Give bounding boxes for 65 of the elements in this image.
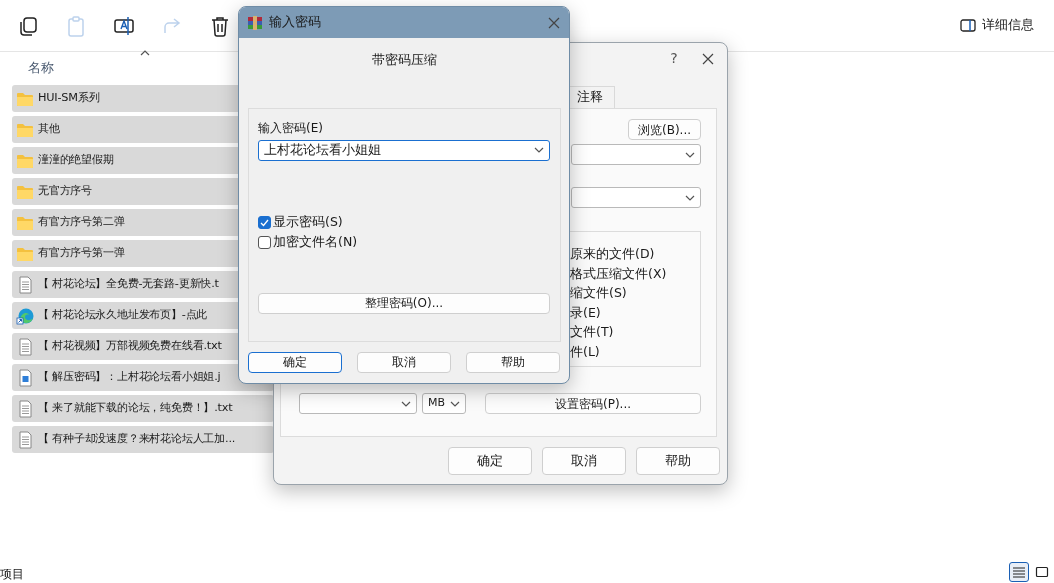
set-password-button[interactable]: 设置密码(P)... [485,393,701,414]
sort-caret-icon [140,50,150,56]
close-icon [701,51,715,66]
rename-icon[interactable] [113,14,135,37]
file-name: 【 村花论坛】全免费-无套路-更新快.t [38,276,219,293]
chevron-icon [450,400,460,407]
file-name: 【 解压密码】：上村花论坛看小姐姐.j [38,369,221,386]
archive-app-icon [247,14,263,31]
status-text: 项目 [0,566,24,583]
dialog-button[interactable]: 帮助 [636,447,720,475]
file-name: HUI-SM系列 [38,90,100,107]
file-name: 【 村花论坛永久地址发布页】-点此 [38,307,208,324]
option-label: 原来的文件(D) [570,245,656,263]
file-name: 其他 [38,121,60,138]
details-pane-button[interactable]: 详细信息 [960,16,1034,35]
help-button[interactable]: ? [659,48,689,69]
file-name: 【 村花视频】万部视频免费在线看.txt [38,338,222,355]
column-header[interactable]: 名称 [28,59,54,78]
browser-shortcut-icon [16,306,34,325]
check-icon [260,218,269,227]
window-title: 输入密码 [269,13,322,32]
details-view-button[interactable] [1009,562,1029,582]
close-icon [547,15,561,30]
dialog-button[interactable]: 取消 [357,351,451,373]
text-file-icon [16,430,34,449]
file-name: 【 来了就能下载的论坛，纯免费！】.txt [38,400,233,417]
delete-icon[interactable] [209,14,231,37]
file-name: 有官方序号第一弹 [38,245,125,262]
dropdown-field[interactable] [571,144,701,165]
file-name: 无官方序号 [38,183,92,200]
size-field[interactable] [299,393,417,414]
tiles-icon [1035,565,1049,579]
file-name: 有官方序号第二弹 [38,214,125,231]
dialog-button[interactable]: 确定 [248,351,342,373]
option-label: 文件(T) [570,323,615,341]
text-file-icon [16,275,34,294]
dropdown-field[interactable] [571,187,701,208]
password-field[interactable]: 上村花论坛看小姐姐 [258,139,550,161]
details-pane-icon [960,19,976,32]
chevron-icon [401,400,411,407]
dialog-button[interactable]: 帮助 [466,351,560,373]
text-file-icon [16,337,34,356]
chevron-icon [534,147,544,154]
browse-button[interactable]: 浏览(B)... [628,119,701,140]
chevron-icon [685,151,695,158]
option-label: 录(E) [570,303,602,322]
unit-dropdown[interactable]: MB [422,393,466,414]
option-label: 件(L) [570,342,601,361]
file-row[interactable]: 【 解压密码】：上村花论坛看小姐姐.j [12,364,274,391]
option-label: 格式压缩文件(X) [570,264,668,283]
file-row[interactable]: 【 有种子却没速度？来村花论坛人工加... [12,426,274,453]
chevron-icon [685,194,695,201]
option-label: 缩文件(S) [570,284,628,302]
file-name: 潼潼的绝望假期 [38,152,114,169]
dialog-button[interactable]: 取消 [542,447,626,475]
file-name: 【 有种子却没速度？来村花论坛人工加... [38,431,236,448]
text-file-icon [16,399,34,418]
dialog-heading: 带密码压缩 [370,51,438,69]
dialog-button[interactable]: 确定 [448,447,532,475]
copy-icon[interactable] [17,14,39,37]
image-file-icon [16,368,34,387]
list-icon [1012,565,1026,579]
close-button[interactable] [701,51,715,66]
organize-passwords-button[interactable]: 整理密码(O)... [258,292,550,314]
file-row[interactable]: 【 来了就能下载的论坛，纯免费！】.txt [12,395,274,422]
